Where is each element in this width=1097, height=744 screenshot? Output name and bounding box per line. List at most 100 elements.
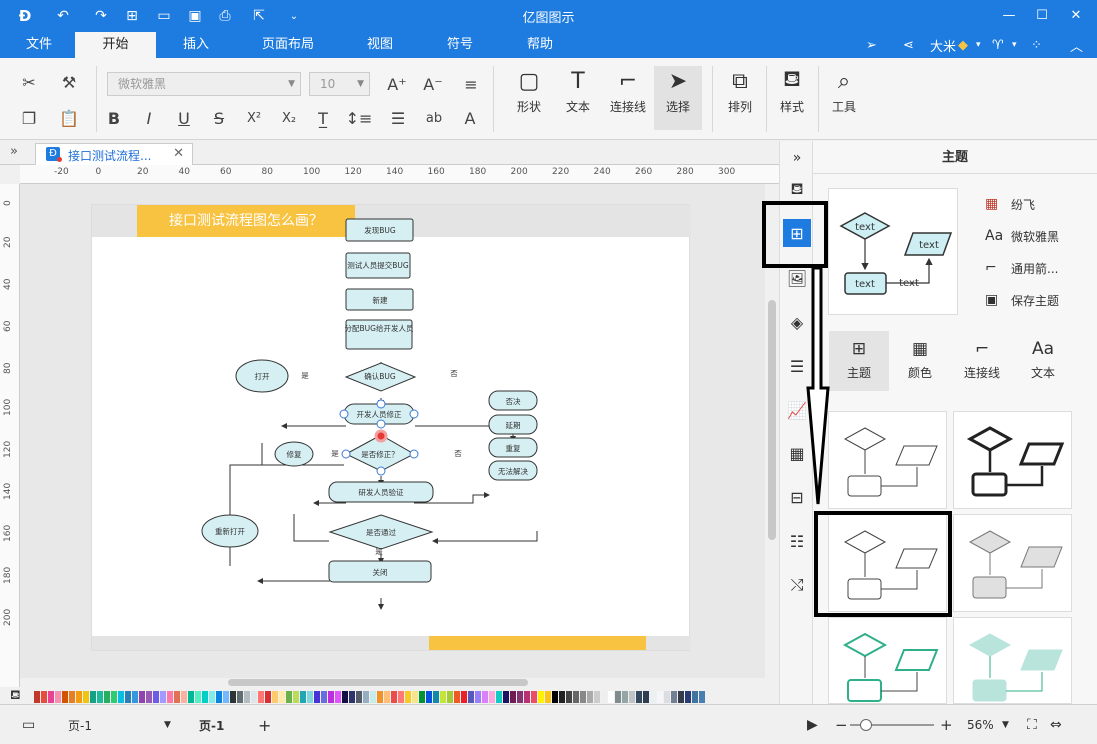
color-swatch[interactable] [160,691,166,703]
zoom-dropdown-icon[interactable]: ▼ [1002,717,1009,733]
color-swatch[interactable] [125,691,131,703]
color-swatch[interactable] [419,691,425,703]
color-swatch[interactable] [370,691,376,703]
color-swatch[interactable] [188,691,194,703]
color-swatch[interactable] [356,691,362,703]
color-swatch[interactable] [559,691,565,703]
color-swatch[interactable] [405,691,411,703]
color-swatch[interactable] [398,691,404,703]
color-swatch[interactable] [363,691,369,703]
color-swatch[interactable] [566,691,572,703]
color-swatch[interactable] [230,691,236,703]
color-swatch[interactable] [433,691,439,703]
color-swatch[interactable] [587,691,593,703]
strikethrough-icon[interactable]: S [206,106,232,130]
color-swatch[interactable] [69,691,75,703]
color-swatch[interactable] [524,691,530,703]
theme-font-option[interactable]: Aa 微软雅黑 [985,225,1059,247]
theme-connector-option[interactable]: ⌐ 通用箭... [985,257,1058,279]
theme-thumbnail[interactable] [828,411,947,509]
play-icon[interactable]: ▶ [807,717,818,733]
color-swatch[interactable] [181,691,187,703]
panel-tab-color[interactable]: ▦ 颜色 [890,331,950,391]
user-name[interactable]: 大米 [930,36,956,55]
menu-page-layout[interactable]: 页面布局 [254,32,322,58]
zoom-out-icon[interactable]: − [835,716,848,734]
color-swatch[interactable] [104,691,110,703]
color-swatch[interactable] [503,691,509,703]
font-name-combo[interactable]: 微软雅黑 ▼ [107,72,301,96]
color-swatch[interactable] [202,691,208,703]
fit-width-icon[interactable]: ⇔ [1050,717,1062,733]
color-swatch[interactable] [531,691,537,703]
color-swatch[interactable] [139,691,145,703]
skin-shirt-icon[interactable]: ♈ [992,36,1004,54]
horizontal-scrollbar[interactable] [20,678,765,687]
timeline-icon[interactable]: ☷ [783,527,811,555]
decrease-font-icon[interactable]: A⁻ [420,72,446,96]
skin-dropdown-icon[interactable]: ▾ [1012,36,1017,54]
color-swatch[interactable] [83,691,89,703]
collapse-ribbon-icon[interactable]: ︿ [1070,36,1083,55]
color-swatch[interactable] [552,691,558,703]
font-size-combo[interactable]: 10 ▼ [309,72,370,96]
superscript-icon[interactable]: X² [241,106,267,130]
color-swatch[interactable] [482,691,488,703]
apps-grid-icon[interactable]: ⁘ [1031,36,1042,54]
color-swatch[interactable] [216,691,222,703]
fill-bucket-icon[interactable]: ⛾ [10,688,21,705]
color-swatch[interactable] [573,691,579,703]
panel-tab-theme[interactable]: ⊞ 主题 [829,331,889,391]
color-swatch[interactable] [391,691,397,703]
color-swatch[interactable] [41,691,47,703]
vertical-scroll-thumb[interactable] [768,300,776,540]
font-color-icon[interactable]: A [457,106,483,130]
color-swatch[interactable] [636,691,642,703]
copy-icon[interactable]: ❐ [16,106,42,130]
fit-page-icon[interactable]: ⛶ [1027,717,1037,733]
color-swatch[interactable] [510,691,516,703]
text-format-icon[interactable]: T̲ [310,106,336,130]
zoom-level[interactable]: 56% [967,717,994,733]
close-window-icon[interactable]: ✕ [1061,4,1091,26]
zoom-slider[interactable] [850,717,934,733]
color-swatch[interactable] [580,691,586,703]
shape-tool-button[interactable]: ▢ 形状 [505,66,553,130]
rotate-handle-icon[interactable] [374,429,388,443]
horizontal-scroll-thumb[interactable] [228,679,528,686]
menu-home[interactable]: 开始 [75,32,156,58]
color-swatch[interactable] [34,691,40,703]
color-swatch[interactable] [167,691,173,703]
color-swatch[interactable] [286,691,292,703]
color-swatch[interactable] [174,691,180,703]
color-swatch[interactable] [615,691,621,703]
share-plane-icon[interactable]: ➢ [866,36,877,54]
theme-color-option[interactable]: ▦ 纷飞 [985,193,1035,215]
zoom-in-icon[interactable]: + [940,716,953,734]
color-swatches[interactable] [34,691,706,703]
shuffle-icon[interactable]: ⤭ [783,571,811,599]
color-swatch[interactable] [244,691,250,703]
color-swatch[interactable] [209,691,215,703]
theme-thumbnail[interactable] [828,617,947,704]
color-swatch[interactable] [195,691,201,703]
color-swatch[interactable] [314,691,320,703]
color-swatch[interactable] [97,691,103,703]
menu-help[interactable]: 帮助 [516,32,564,58]
save-theme-option[interactable]: ▣ 保存主题 [985,289,1059,311]
paste-icon[interactable]: 📋 [56,106,82,130]
color-swatch[interactable] [146,691,152,703]
theme-thumbnail[interactable] [953,514,1072,612]
drawing-page[interactable]: 接口测试流程图怎么画？ 发现BUG 测试人员提交BUG 新建 分配BUG给开发人… [91,204,691,651]
fill-icon[interactable]: ⛾ [783,175,811,203]
page-selector[interactable]: 页-1 ▼ [68,717,171,733]
user-dropdown-icon[interactable]: ▾ [976,36,981,54]
style-tool-button[interactable]: ⛾ 样式 [768,66,816,130]
color-swatch[interactable] [335,691,341,703]
color-swatch[interactable] [657,691,663,703]
maximize-icon[interactable]: ☐ [1027,4,1057,26]
align-icon[interactable]: ≡ [458,72,484,96]
panel-tab-connector[interactable]: ⌐ 连接线 [952,331,1012,391]
color-swatch[interactable] [426,691,432,703]
color-swatch[interactable] [594,691,600,703]
